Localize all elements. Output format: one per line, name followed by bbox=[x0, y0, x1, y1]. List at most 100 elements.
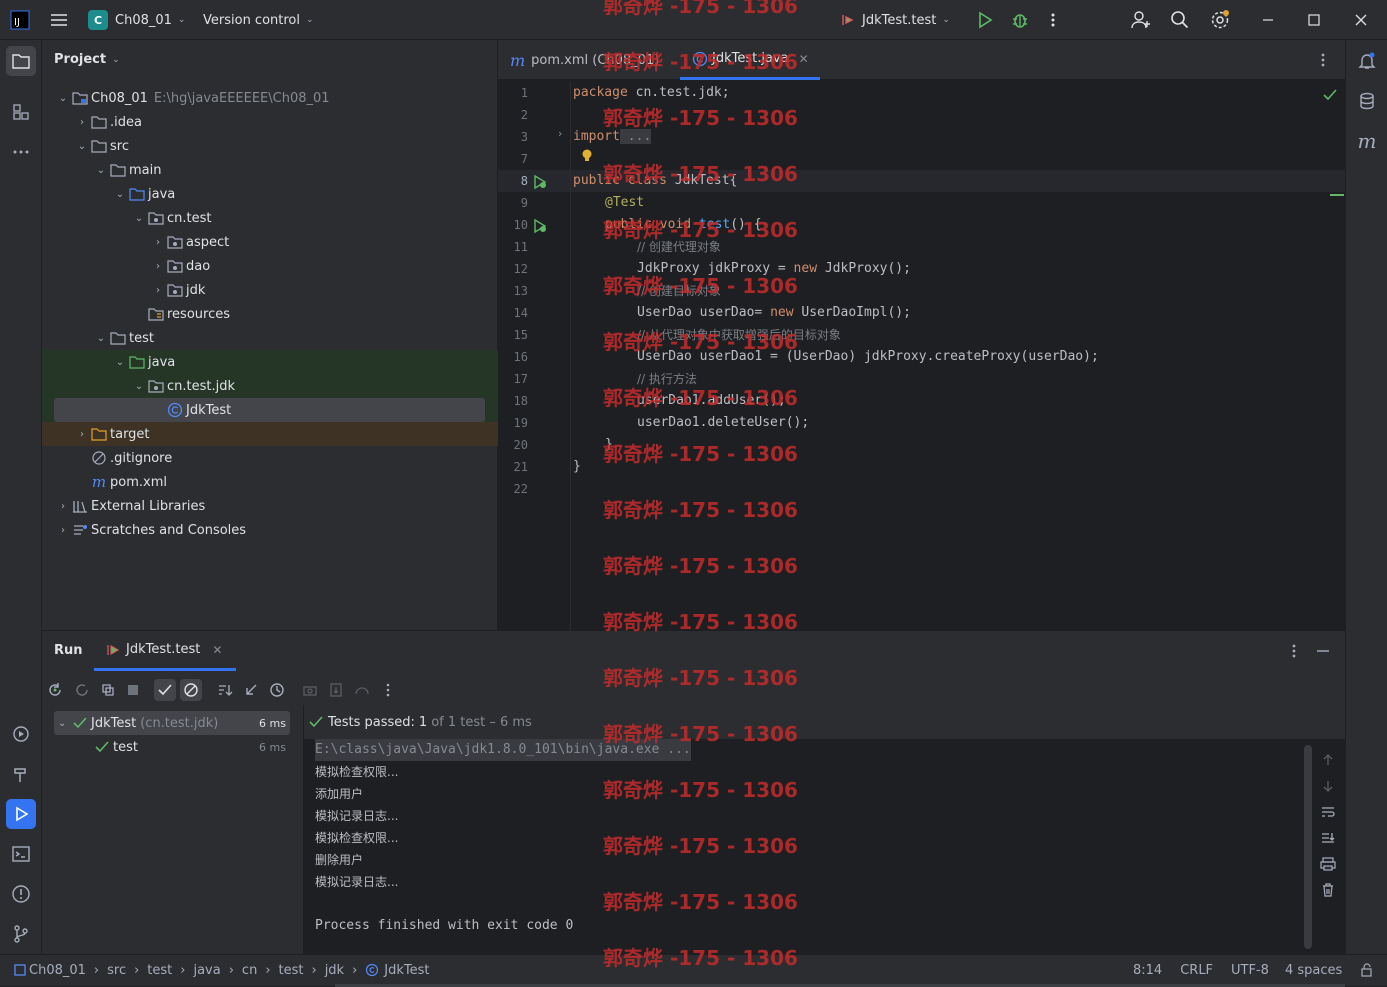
project-panel-header[interactable]: Project ⌄ bbox=[54, 52, 120, 67]
breadcrumb-item[interactable]: JdkTest bbox=[384, 963, 429, 978]
console-line: 模拟记录日志... bbox=[315, 875, 399, 889]
hide-panel-button[interactable] bbox=[1314, 641, 1332, 665]
terminal-tool-button[interactable] bbox=[6, 839, 36, 869]
fold-chevron-icon[interactable]: › bbox=[558, 127, 562, 140]
run-tool-button[interactable] bbox=[6, 799, 36, 829]
indent-setting[interactable]: 4 spaces bbox=[1285, 963, 1342, 978]
tree-item-gitignore[interactable]: .gitignore bbox=[42, 446, 498, 470]
tree-item-jdk[interactable]: › jdk bbox=[42, 278, 498, 302]
tree-item-aspect[interactable]: › aspect bbox=[42, 230, 498, 254]
tab-jdktest-java[interactable]: JdkTest.java ✕ bbox=[680, 40, 820, 80]
tree-item-resources[interactable]: resources bbox=[42, 302, 498, 326]
bug-icon bbox=[1013, 14, 1027, 28]
more-tools-button[interactable] bbox=[6, 137, 36, 167]
tree-item-root[interactable]: ⌄ Ch08_01 E:\hg\javaEEEEEE\Ch08_01 bbox=[42, 86, 498, 110]
debug-button[interactable] bbox=[1010, 0, 1030, 40]
run-config-selector[interactable]: JdkTest.test ⌄ bbox=[840, 0, 950, 40]
clear-console-button[interactable] bbox=[1317, 879, 1339, 901]
print-button[interactable] bbox=[1317, 853, 1339, 875]
line-number: 9 bbox=[520, 196, 528, 210]
git-tool-button[interactable] bbox=[6, 919, 36, 949]
more-actions-button[interactable] bbox=[1046, 0, 1060, 40]
notifications-button[interactable] bbox=[1352, 46, 1382, 76]
lightbulb-icon[interactable] bbox=[580, 148, 594, 164]
test-case-row[interactable]: test 6 ms bbox=[54, 735, 290, 759]
tree-item-test-java[interactable]: ⌄ java bbox=[42, 350, 498, 374]
test-history-button[interactable] bbox=[266, 679, 288, 701]
breadcrumb-item[interactable]: src bbox=[107, 963, 126, 978]
services-tool-button[interactable] bbox=[6, 719, 36, 749]
soft-wrap-button[interactable] bbox=[1317, 801, 1339, 823]
tree-item-scratches[interactable]: › Scratches and Consoles bbox=[42, 518, 498, 542]
toggle-auto-test-button[interactable] bbox=[97, 679, 119, 701]
minimize-button[interactable] bbox=[1258, 0, 1278, 40]
tree-item-main[interactable]: ⌄ main bbox=[42, 158, 498, 182]
breadcrumb-item[interactable]: test bbox=[147, 963, 172, 978]
editor-gutter: 1 2 3 7 8 9 10 11 12 13 14 15 16 17 18 1… bbox=[498, 82, 592, 630]
tree-item-test[interactable]: ⌄ test bbox=[42, 326, 498, 350]
file-encoding[interactable]: UTF-8 bbox=[1231, 963, 1269, 978]
add-user-button[interactable] bbox=[1130, 0, 1152, 40]
project-tool-button[interactable] bbox=[6, 46, 36, 76]
tree-item-cn-test[interactable]: ⌄ cn.test bbox=[42, 206, 498, 230]
search-button[interactable] bbox=[1170, 0, 1190, 40]
maven-icon: m bbox=[510, 50, 526, 70]
show-ignored-toggle[interactable] bbox=[180, 679, 202, 701]
scroll-down-button[interactable] bbox=[1317, 775, 1339, 797]
run-more-button[interactable] bbox=[377, 679, 399, 701]
coverage-button[interactable] bbox=[351, 679, 373, 701]
test-suite-row[interactable]: ⌄ JdkTest (cn.test.jdk) 6 ms bbox=[54, 711, 290, 735]
close-tab-icon[interactable]: ✕ bbox=[212, 643, 222, 657]
no-problems-check-icon[interactable] bbox=[1322, 88, 1338, 102]
problems-tool-button[interactable] bbox=[6, 879, 36, 909]
build-tool-button[interactable] bbox=[6, 759, 36, 789]
tab-pom-xml[interactable]: m pom.xml (Ch08_01) bbox=[510, 40, 659, 80]
scroll-to-end-button[interactable] bbox=[1317, 827, 1339, 849]
console-scrollbar[interactable] bbox=[1304, 745, 1312, 949]
tree-item-cn-test-jdk[interactable]: ⌄ cn.test.jdk bbox=[42, 374, 498, 398]
database-tool-button[interactable] bbox=[1352, 86, 1382, 116]
close-tab-icon[interactable]: ✕ bbox=[799, 52, 809, 66]
tab-run-jdktest[interactable]: JdkTest.test ✕ bbox=[94, 631, 236, 671]
maximize-button[interactable] bbox=[1304, 0, 1324, 40]
main-menu-button[interactable] bbox=[48, 0, 70, 40]
maven-tool-button[interactable]: m bbox=[1352, 126, 1382, 156]
tab-options-button[interactable] bbox=[1316, 40, 1330, 80]
code-line-15: // 从代理对象中获取增强后的目标对象 bbox=[637, 328, 841, 342]
tree-item-dao[interactable]: › dao bbox=[42, 254, 498, 278]
scroll-up-button[interactable] bbox=[1317, 749, 1339, 771]
tree-item-external-libraries[interactable]: › External Libraries bbox=[42, 494, 498, 518]
run-button[interactable] bbox=[975, 0, 995, 40]
screenshot-button[interactable] bbox=[299, 679, 321, 701]
tree-item-path: E:\hg\javaEEEEEE\Ch08_01 bbox=[153, 90, 330, 106]
export-button[interactable] bbox=[325, 679, 347, 701]
sort-button[interactable] bbox=[214, 679, 236, 701]
tree-item-target[interactable]: › target bbox=[42, 422, 498, 446]
show-passed-toggle[interactable] bbox=[154, 679, 176, 701]
run-options-button[interactable] bbox=[1287, 641, 1301, 665]
breadcrumb-item[interactable]: java bbox=[193, 963, 220, 978]
tree-item-idea[interactable]: › .idea bbox=[42, 110, 498, 134]
breadcrumb-item[interactable]: test bbox=[279, 963, 304, 978]
project-switcher[interactable]: C Ch08_01 ⌄ bbox=[88, 0, 185, 40]
import-tests-button[interactable] bbox=[240, 679, 262, 701]
rerun-button[interactable] bbox=[44, 679, 66, 701]
line-separator[interactable]: CRLF bbox=[1180, 963, 1213, 978]
stop-button[interactable] bbox=[122, 679, 144, 701]
close-button[interactable] bbox=[1351, 0, 1371, 40]
structure-tool-button[interactable] bbox=[6, 97, 36, 127]
console-output[interactable]: E:\class\java\Java\jdk1.8.0_101\bin\java… bbox=[304, 739, 1345, 955]
breadcrumb-item[interactable]: cn bbox=[242, 963, 257, 978]
tree-item-jdktest[interactable]: JdkTest bbox=[42, 398, 442, 422]
run-test-gutter-icon[interactable] bbox=[532, 174, 548, 190]
breadcrumb-item[interactable]: jdk bbox=[325, 963, 344, 978]
breadcrumb-item[interactable]: Ch08_01 bbox=[29, 963, 86, 978]
settings-button[interactable] bbox=[1209, 0, 1231, 40]
tree-item-src[interactable]: ⌄ src bbox=[42, 134, 498, 158]
vcs-menu[interactable]: Version control ⌄ bbox=[203, 0, 314, 40]
run-test-gutter-icon[interactable] bbox=[532, 218, 548, 234]
tree-item-pom[interactable]: m pom.xml bbox=[42, 470, 498, 494]
tree-item-main-java[interactable]: ⌄ java bbox=[42, 182, 498, 206]
rerun-failed-button[interactable] bbox=[71, 679, 93, 701]
caret-position[interactable]: 8:14 bbox=[1133, 963, 1162, 978]
